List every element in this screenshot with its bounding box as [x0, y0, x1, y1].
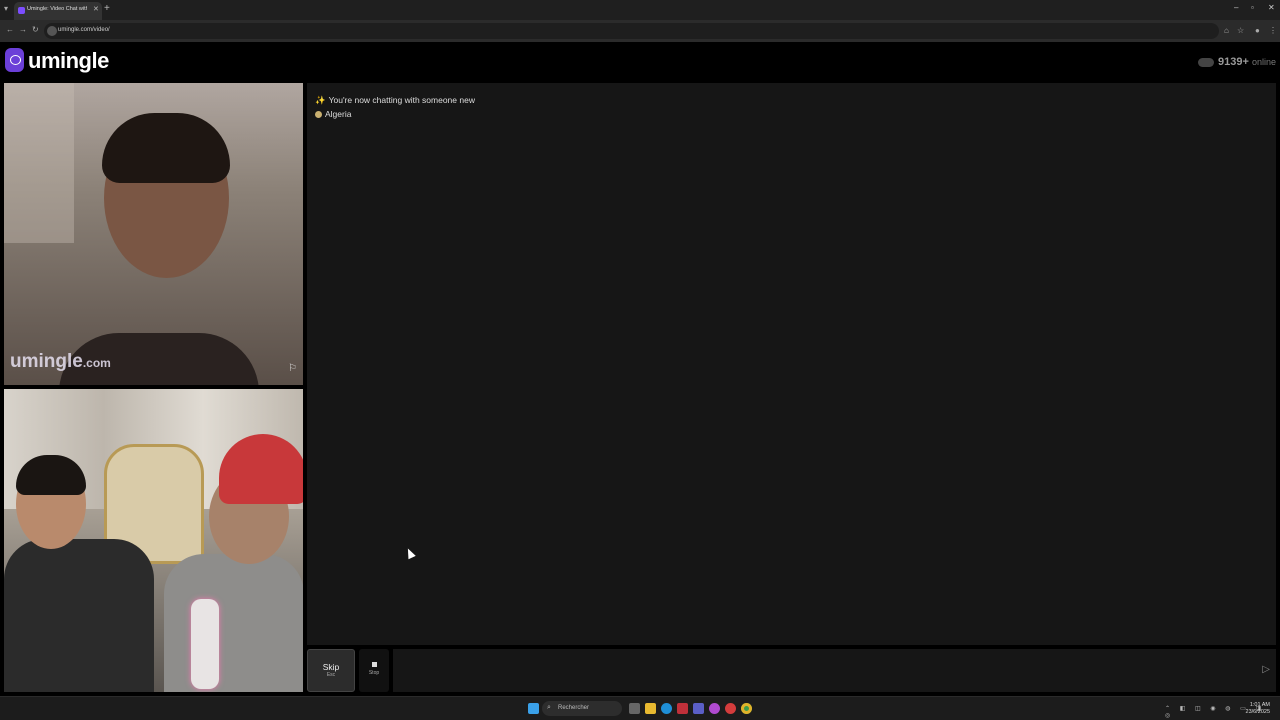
address-bar[interactable]: umingle.com/video/	[44, 23, 1219, 39]
chat-controls: Skip Esc Stop ▷	[307, 649, 1276, 692]
task-view-icon[interactable]	[629, 703, 640, 714]
system-message-text: You're now chatting with someone new	[328, 95, 475, 105]
app-icon[interactable]	[677, 703, 688, 714]
country-message: Algeria	[315, 109, 351, 119]
skip-label: Skip	[322, 662, 340, 672]
teams-icon[interactable]	[693, 703, 704, 714]
stop-icon	[371, 662, 377, 667]
window-close-icon[interactable]: ✕	[1268, 3, 1275, 12]
stranger-hair	[102, 113, 230, 183]
maximize-icon[interactable]: ▫	[1251, 3, 1254, 12]
microphone	[191, 599, 219, 689]
person-body	[164, 554, 303, 692]
logo-text[interactable]: umingle	[28, 48, 109, 74]
stop-label: Stop	[368, 670, 380, 676]
clock-date: 23/6/2025	[1245, 709, 1270, 715]
browser-menu-icon[interactable]: ⋮	[1269, 26, 1277, 35]
stop-button[interactable]: Stop	[359, 649, 389, 692]
self-video	[4, 389, 303, 692]
report-flag-icon[interactable]: ⚐	[288, 363, 297, 374]
chat-log: ✨ You're now chatting with someone new Al…	[307, 83, 1276, 645]
online-count: 9139+	[1218, 56, 1249, 68]
umingle-page: umingle 9139+ online umingle.com ⚐ ✨ You'…	[0, 42, 1280, 696]
new-tab-icon[interactable]: +	[104, 3, 110, 14]
online-counter: 9139+ online	[1198, 56, 1276, 68]
bookmark-star-icon[interactable]: ☆	[1237, 26, 1244, 35]
search-icon: ⌕	[547, 704, 551, 711]
app-icon[interactable]	[709, 703, 720, 714]
globe-icon	[315, 111, 322, 118]
skip-button[interactable]: Skip Esc	[307, 649, 355, 692]
url-text: umingle.com/video/	[58, 27, 110, 33]
browser-tab-bar: ▾ Umingle: Video Chat with S ✕ + – ▫ ✕	[0, 0, 1280, 20]
watermark-main: umingle	[10, 351, 83, 372]
file-explorer-icon[interactable]	[645, 703, 656, 714]
sparkle-icon: ✨	[315, 95, 326, 105]
country-text: Algeria	[325, 109, 352, 119]
windows-start-icon[interactable]	[528, 703, 539, 714]
app-icon[interactable]	[725, 703, 736, 714]
tab-list-icon[interactable]: ▾	[4, 4, 14, 16]
chrome-icon[interactable]	[741, 703, 752, 714]
taskbar-search[interactable]: ⌕ Rechercher	[542, 701, 622, 716]
browser-tab[interactable]: Umingle: Video Chat with S ✕	[14, 2, 102, 20]
system-message: ✨ You're now chatting with someone new	[315, 95, 475, 106]
video-watermark: umingle.com	[10, 351, 111, 373]
stranger-video: umingle.com ⚐	[4, 83, 303, 385]
site-info-icon[interactable]	[47, 26, 57, 36]
umingle-logo-icon[interactable]	[5, 48, 24, 72]
reload-icon[interactable]: ↻	[32, 25, 39, 34]
video-background	[4, 83, 74, 243]
profile-icon[interactable]: ●	[1255, 26, 1260, 35]
minimize-icon[interactable]: –	[1234, 3, 1238, 12]
tab-close-icon[interactable]: ✕	[93, 5, 99, 13]
skip-hint: Esc	[326, 672, 336, 678]
person-body	[4, 539, 154, 692]
send-icon[interactable]: ▷	[1262, 664, 1270, 675]
back-icon[interactable]: ←	[6, 25, 14, 34]
watermark-domain: .com	[82, 356, 111, 370]
clock-time: 1:01 AM	[1249, 702, 1270, 708]
translate-icon[interactable]: ⌂	[1224, 26, 1229, 35]
edge-icon[interactable]	[661, 703, 672, 714]
toggle-switch[interactable]	[1198, 57, 1214, 67]
clock[interactable]: 1:01 AM 23/6/2025	[1246, 702, 1270, 716]
tab-title: Umingle: Video Chat with S	[27, 6, 87, 12]
windows-taskbar: ⌕ Rechercher ⌃ ◧ ◫ ◉ ◍ ▭ ◨ ◎ 1:01 AM 23/6…	[0, 696, 1280, 720]
forward-icon[interactable]: →	[19, 25, 27, 34]
online-label: online	[1251, 57, 1276, 67]
umingle-favicon-icon	[18, 7, 25, 14]
taskbar-search-text: Rechercher	[558, 705, 590, 711]
browser-toolbar: ← → ↻ umingle.com/video/ ⌂ ☆ ● ⋮	[0, 20, 1280, 42]
chat-input[interactable]	[393, 649, 1276, 692]
